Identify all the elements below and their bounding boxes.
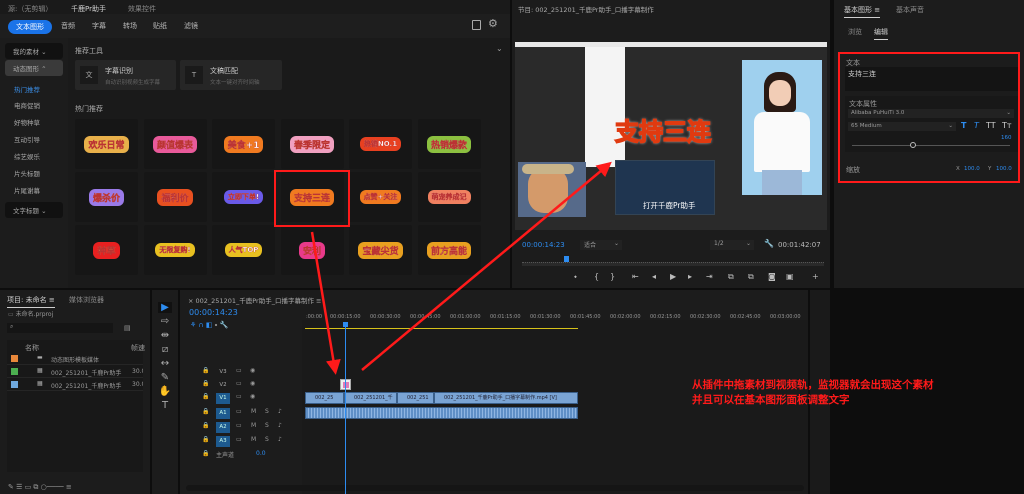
annotation-arrows xyxy=(310,161,612,375)
arrow-to-timeline xyxy=(310,231,341,375)
arrow-to-monitor xyxy=(361,161,612,371)
